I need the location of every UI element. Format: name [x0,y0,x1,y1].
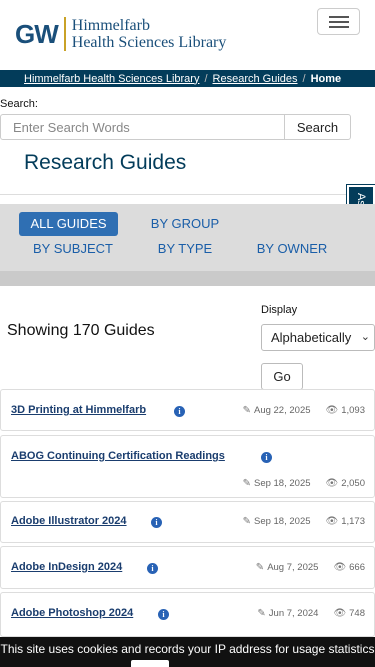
info-icon[interactable]: i [151,517,162,528]
guide-card: Adobe Photoshop 2024 i ✎ Jun 7, 2024 👁 7… [0,592,375,637]
breadcrumb-research-guides[interactable]: Research Guides [213,73,298,85]
logo-text: Himmelfarb Health Sciences Library [72,17,227,51]
hamburger-bar [328,15,349,18]
guide-meta: ✎ Aug 7, 2025 👁 666 [256,562,365,573]
guide-count: Showing 170 Guides [7,322,155,339]
guide-title-link[interactable]: Adobe Illustrator 2024 [11,515,127,527]
hamburger-bar [328,25,349,28]
breadcrumb-library[interactable]: Himmelfarb Health Sciences Library [24,73,199,85]
guide-meta: ✎ Sep 18, 2025 👁 2,050 [243,478,365,489]
cookie-accept-button[interactable] [131,660,169,667]
guide-meta: ✎ Sep 18, 2025 👁 1,173 [243,516,365,527]
display-selected-value: Alphabetically [271,330,352,345]
eye-icon: 👁 [325,478,339,489]
library-logo[interactable]: GW Himmelfarb Health Sciences Library [15,17,226,51]
chevron-down-icon: ⌄ [360,331,370,343]
hamburger-icon[interactable] [317,8,360,35]
guide-views: 666 [349,562,365,573]
guide-updated: Sep 18, 2025 [253,516,311,527]
guide-card: 3D Printing at Himmelfarb i ✎ Aug 22, 20… [0,389,375,431]
tab-by-owner[interactable]: BY OWNER [250,237,334,261]
guide-card: Adobe Illustrator 2024 i ✎ Sep 18, 2025 … [0,501,375,543]
site-header: GW Himmelfarb Health Sciences Library [0,0,375,70]
guide-title-link[interactable]: 3D Printing at Himmelfarb [11,404,146,416]
breadcrumb-separator: / [302,72,306,85]
guide-views: 1,093 [341,405,365,416]
guide-updated: Aug 7, 2025 [267,562,319,573]
tabs-footer-bar [0,271,375,286]
info-icon[interactable]: i [174,406,185,417]
guide-meta: ✎ Aug 22, 2025 👁 1,093 [243,405,365,416]
hamburger-bar [328,20,349,23]
guide-card: Adobe InDesign 2024 i ✎ Aug 7, 2025 👁 66… [0,546,375,589]
go-button[interactable]: Go [261,363,303,390]
tab-by-type[interactable]: BY TYPE [150,237,220,261]
logo-line-1: Himmelfarb [71,17,150,34]
edit-icon: ✎ [242,516,251,527]
logo-line-2: Health Sciences Library [71,34,227,51]
guide-updated: Sep 18, 2025 [253,478,311,489]
breadcrumb-separator: / [204,72,208,85]
info-icon[interactable]: i [158,609,169,620]
edit-icon: ✎ [257,608,266,619]
guide-meta: ✎ Jun 7, 2024 👁 748 [257,608,365,619]
display-select[interactable]: Alphabetically ⌄ [261,324,375,351]
tab-by-group[interactable]: BY GROUP [140,212,230,236]
eye-icon: 👁 [333,608,347,619]
eye-icon: 👁 [325,516,339,527]
guide-title-link[interactable]: Adobe InDesign 2024 [11,561,122,573]
guide-views: 1,173 [341,516,365,527]
display-label: Display [261,304,298,316]
eye-icon: 👁 [325,405,339,416]
guide-card: ABOG Continuing Certification Readings i… [0,435,375,498]
search-button[interactable]: Search [284,114,351,140]
tab-all-guides[interactable]: ALL GUIDES [19,212,118,236]
logo-gw: GW [15,18,59,49]
edit-icon: ✎ [242,405,251,416]
edit-icon: ✎ [255,562,265,573]
guide-views: 2,050 [341,478,365,489]
edit-icon: ✎ [242,478,251,489]
guide-views: 748 [349,608,365,619]
eye-icon: 👁 [333,562,347,573]
search-label: Search: [0,98,38,110]
search-input[interactable] [0,114,285,140]
info-icon[interactable]: i [147,563,158,574]
breadcrumb-home: Home [310,72,342,85]
divider [0,194,375,195]
logo-divider [63,17,66,51]
guide-updated: Aug 22, 2025 [253,405,311,416]
tab-by-subject[interactable]: BY SUBJECT [24,237,122,261]
guide-title-link[interactable]: ABOG Continuing Certification Readings [11,450,225,462]
breadcrumb: Himmelfarb Health Sciences Library / Res… [0,70,375,87]
cookie-notice: This site uses cookies and records your … [0,637,375,667]
page-title: Research Guides [24,151,187,174]
info-icon[interactable]: i [261,452,272,463]
guide-title-link[interactable]: Adobe Photoshop 2024 [11,607,133,619]
guide-updated: Jun 7, 2024 [268,608,319,619]
